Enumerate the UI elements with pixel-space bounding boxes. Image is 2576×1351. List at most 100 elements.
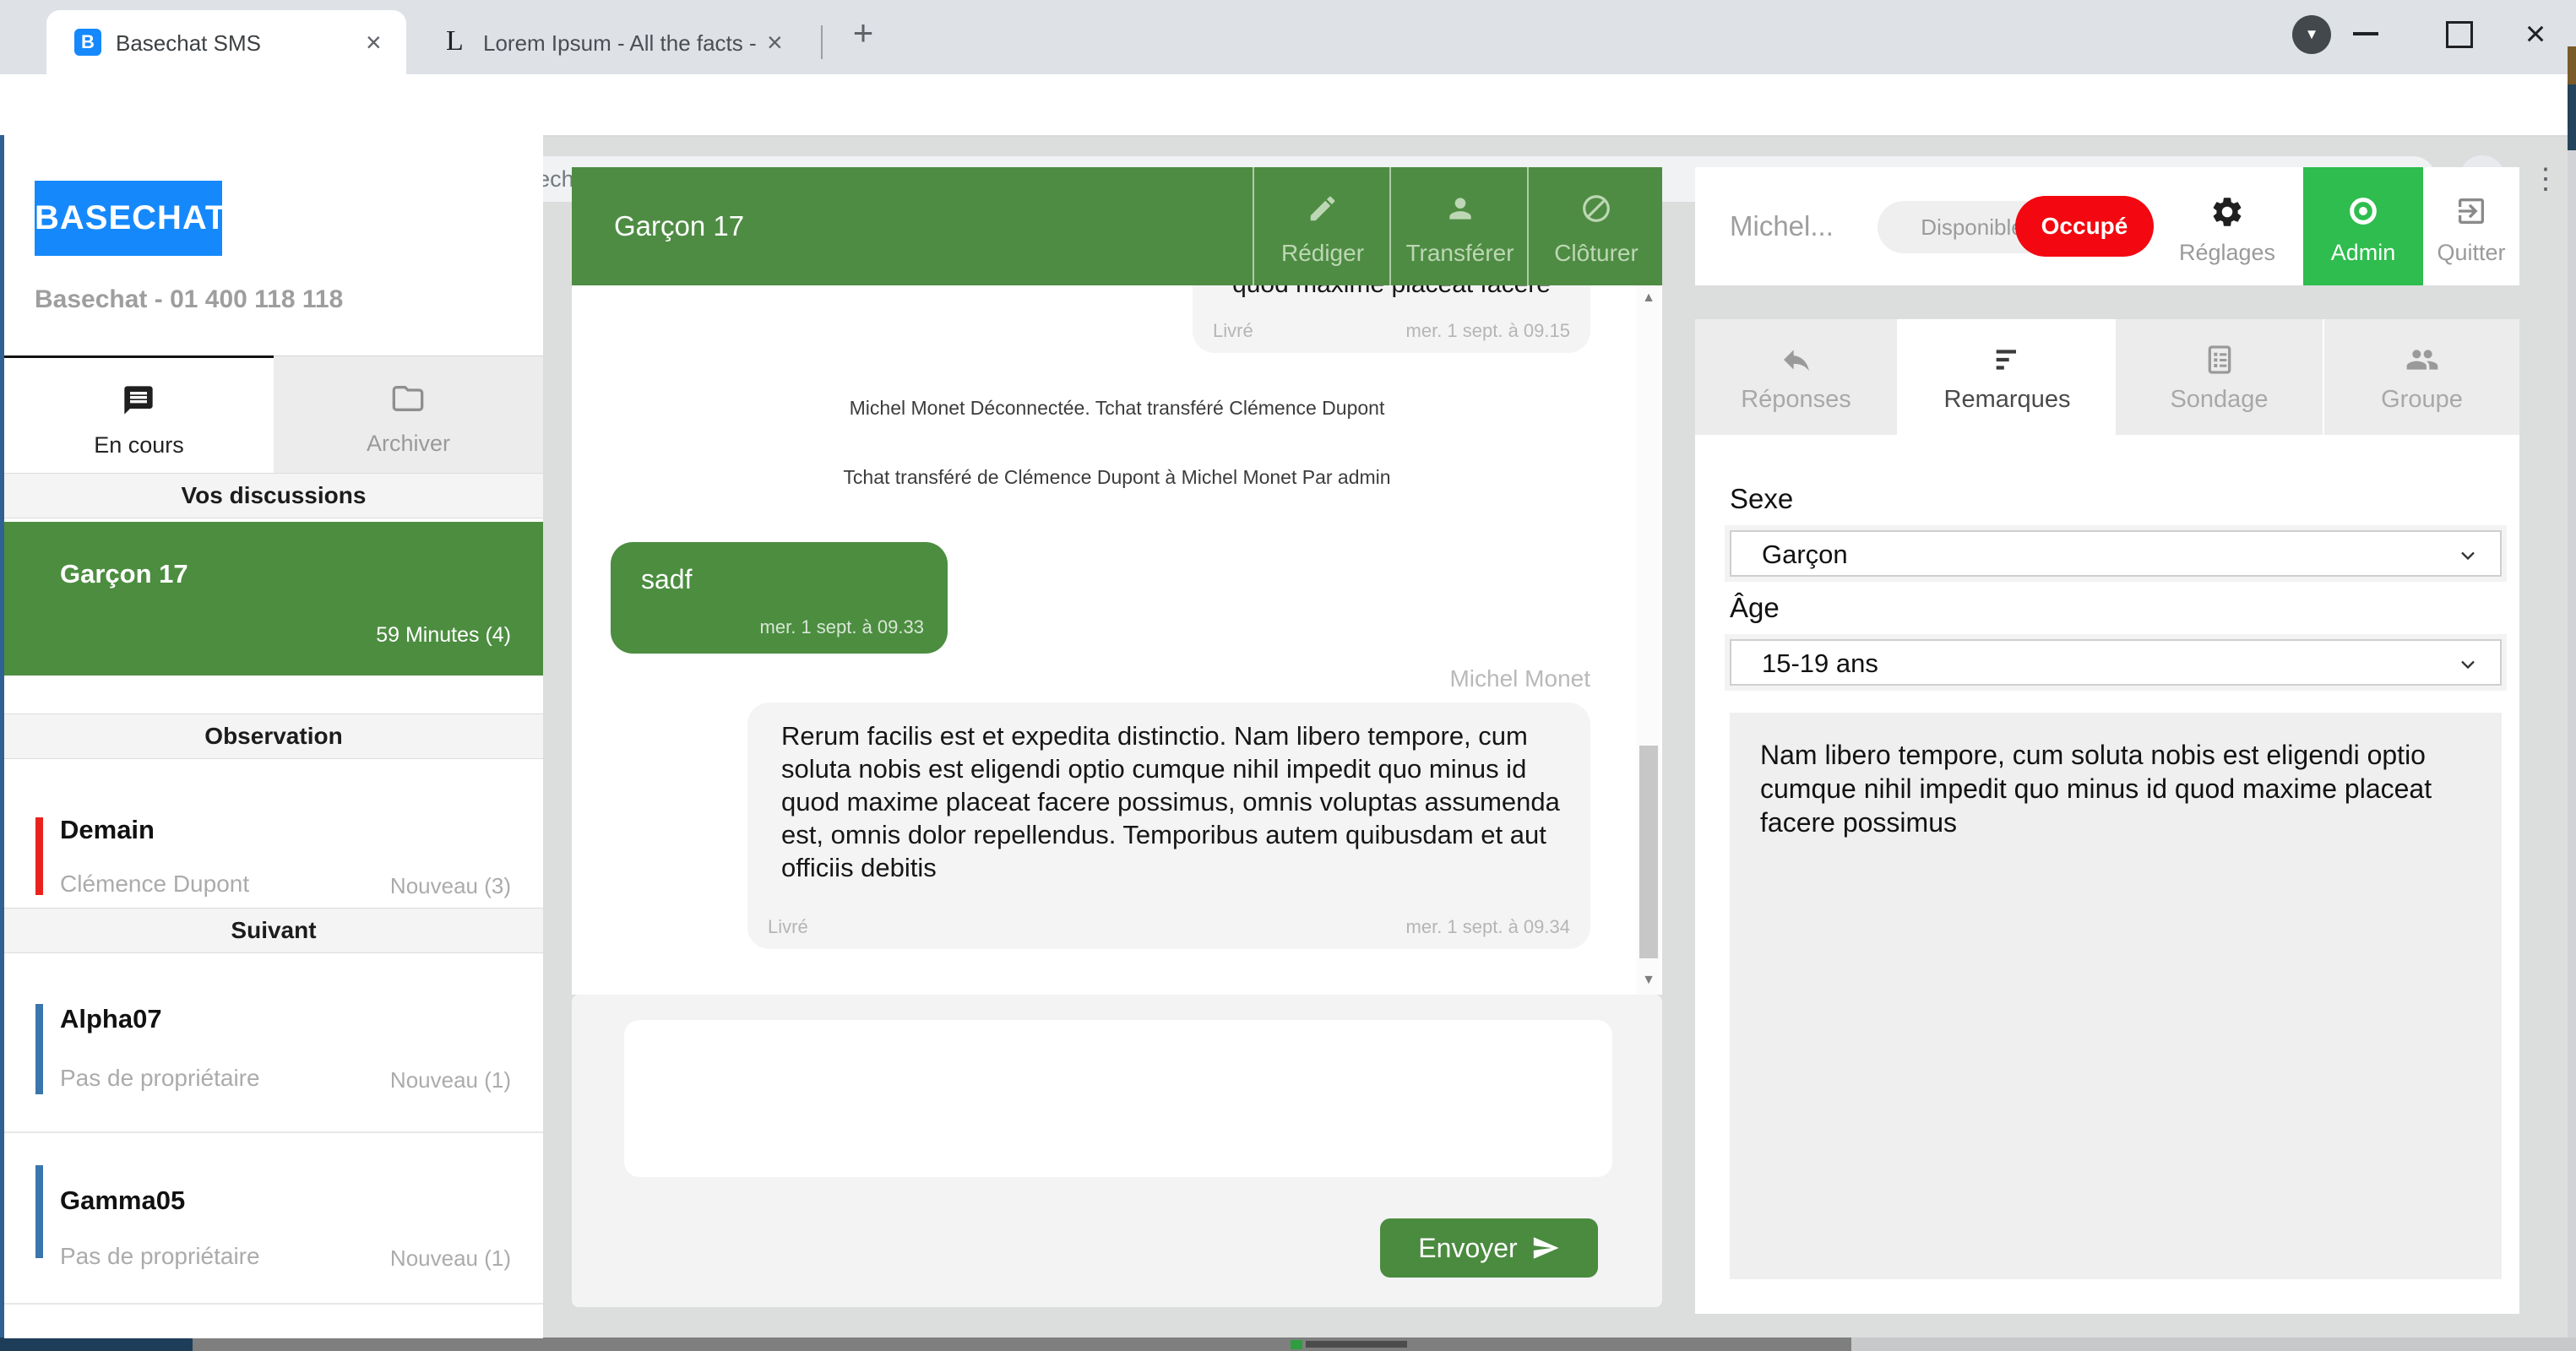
new-badge: Nouveau (1)	[390, 1245, 511, 1272]
composer: Envoyer	[572, 995, 1662, 1307]
tab-label: En cours	[4, 432, 274, 458]
message-text: quod maxime placeat facere	[1193, 285, 1590, 299]
message-status: Livré	[1213, 320, 1253, 342]
screen-right-edge-navy	[2568, 84, 2576, 150]
basechat-favicon-icon: B	[74, 29, 101, 56]
tab-en-cours[interactable]: En cours	[4, 355, 274, 478]
minimize-button[interactable]	[2353, 32, 2378, 35]
maximize-button[interactable]	[2446, 21, 2473, 48]
chevron-down-icon	[2456, 544, 2480, 572]
status-busy-button[interactable]: Occupé	[2015, 196, 2154, 257]
section-header-discussions: Vos discussions	[4, 473, 543, 518]
discussion-title: Gamma05	[60, 1186, 185, 1216]
transfer-button[interactable]: Transférer	[1389, 167, 1529, 285]
new-tab-button[interactable]: +	[843, 14, 883, 54]
message-bubble-scrolled: quod maxime placeat facere Livré mer. 1 …	[1193, 285, 1590, 353]
section-header-observation: Observation	[4, 713, 543, 759]
screen-right-edge	[2568, 46, 2576, 1351]
tab-archiver[interactable]: Archiver	[274, 355, 543, 476]
sex-select[interactable]: Garçon	[1730, 530, 2502, 577]
close-tab-icon[interactable]: ×	[767, 29, 783, 56]
tab-label: Sondage	[2116, 386, 2323, 414]
chat-bubble-icon	[122, 383, 155, 421]
scroll-down-icon[interactable]: ▼	[1637, 973, 1660, 988]
discussion-item-selected[interactable]: Garçon 17 59 Minutes (4)	[4, 522, 543, 676]
agent-panel: Michel... Disponible Occupé Réglages Adm…	[1695, 167, 2519, 1314]
sidebar-tabs: En cours Archiver	[4, 355, 543, 475]
block-icon	[1580, 193, 1612, 229]
message-time: mer. 1 sept. à 09.15	[1406, 320, 1570, 342]
tab-label: Réponses	[1695, 386, 1897, 414]
sidebar: BASECHAT Basechat - 01 400 118 118 En co…	[4, 135, 543, 1338]
message-status: Livré	[768, 916, 808, 938]
notes-icon	[1991, 343, 2024, 381]
chat-header: Garçon 17 Rédiger Transférer Clôturer	[572, 167, 1662, 285]
button-label: Rédiger	[1254, 240, 1391, 267]
pencil-icon	[1307, 193, 1339, 229]
folder-icon	[391, 382, 425, 420]
messages-area: quod maxime placeat facere Livré mer. 1 …	[572, 285, 1662, 995]
horizontal-scrollbar[interactable]	[193, 1337, 1851, 1351]
send-icon	[1531, 1234, 1560, 1262]
tab-strip: B Basechat SMS × L Lorem Ipsum - All the…	[0, 0, 2576, 74]
admin-button[interactable]: Admin	[2303, 167, 2423, 285]
send-button[interactable]: Envoyer	[1380, 1218, 1598, 1278]
tab-label: Archiver	[274, 431, 543, 457]
account-line: Basechat - 01 400 118 118	[35, 285, 343, 314]
age-label: Âge	[1730, 592, 1780, 624]
close-tab-icon[interactable]: ×	[366, 29, 382, 56]
sender-label: Michel Monet	[1449, 665, 1590, 692]
discussion-title: Demain	[60, 815, 155, 845]
discussion-meta: 59 Minutes (4)	[376, 623, 511, 648]
discussion-owner: Clémence Dupont	[60, 871, 249, 898]
scrollbar-thumb[interactable]	[1639, 746, 1658, 958]
discussion-owner: Pas de propriétaire	[60, 1065, 260, 1092]
tab-lorem-ipsum[interactable]: L Lorem Ipsum - All the facts - Lips ×	[422, 10, 819, 74]
gear-icon	[2209, 194, 2245, 234]
new-badge: Nouveau (1)	[390, 1067, 511, 1093]
media-controls-button[interactable]: ▼	[2292, 15, 2331, 54]
tab-sondage[interactable]: Sondage	[2116, 319, 2324, 435]
button-label: Transférer	[1391, 240, 1529, 267]
quit-button[interactable]: Quitter	[2423, 167, 2519, 285]
section-header-suivant: Suivant	[4, 908, 543, 953]
tab-remarques[interactable]: Remarques	[1899, 319, 2116, 435]
message-bubble-outgoing: sadf mer. 1 sept. à 09.33	[611, 542, 948, 654]
compose-button[interactable]: Rédiger	[1253, 167, 1391, 285]
discussion-item-alpha07[interactable]: Alpha07 Pas de propriétaire Nouveau (1)	[4, 960, 543, 1133]
message-text: Rerum facilis est et expedita distinctio…	[781, 719, 1560, 884]
close-window-button[interactable]: ×	[2514, 10, 2557, 57]
chat-title: Garçon 17	[614, 167, 744, 285]
browser-menu-icon[interactable]: ⋮	[2527, 157, 2564, 201]
item-color-bar	[35, 817, 43, 895]
age-select[interactable]: 15-19 ans	[1730, 639, 2502, 686]
message-text: sadf	[641, 564, 692, 595]
reply-icon	[1780, 343, 1813, 381]
basechat-logo: BASECHAT	[35, 181, 222, 256]
close-chat-button[interactable]: Clôturer	[1527, 167, 1664, 285]
messages-scrollbar[interactable]: ▲ ▼	[1637, 285, 1660, 995]
message-bubble-incoming: Rerum facilis est et expedita distinctio…	[747, 703, 1590, 949]
message-time: mer. 1 sept. à 09.33	[760, 616, 924, 638]
button-label: Réglages	[2177, 240, 2278, 266]
button-label: Quitter	[2423, 240, 2519, 266]
settings-button[interactable]: Réglages	[2177, 167, 2278, 285]
agent-name: Michel...	[1730, 167, 1834, 285]
button-label: Clôturer	[1529, 240, 1664, 267]
tab-reponses[interactable]: Réponses	[1695, 319, 1899, 435]
tab-label: Groupe	[2324, 386, 2519, 414]
scroll-up-icon[interactable]: ▲	[1637, 290, 1660, 306]
bottom-edge-navy	[0, 1337, 193, 1351]
people-icon	[2405, 343, 2439, 381]
tab-groupe[interactable]: Groupe	[2324, 319, 2519, 435]
tab-separator	[821, 25, 823, 59]
discussion-item-gamma05[interactable]: Gamma05 Pas de propriétaire Nouveau (1)	[4, 1142, 543, 1305]
notes-textarea[interactable]: Nam libero tempore, cum soluta nobis est…	[1730, 713, 2502, 1279]
tab-basechat[interactable]: B Basechat SMS ×	[46, 10, 406, 74]
sex-label: Sexe	[1730, 483, 1793, 515]
lorem-favicon-icon: L	[446, 25, 464, 57]
message-time: mer. 1 sept. à 09.34	[1406, 916, 1570, 938]
chevron-down-icon	[2456, 653, 2480, 681]
message-input[interactable]	[624, 1020, 1612, 1177]
browser-window: B Basechat SMS × L Lorem Ipsum - All the…	[0, 0, 2576, 1351]
